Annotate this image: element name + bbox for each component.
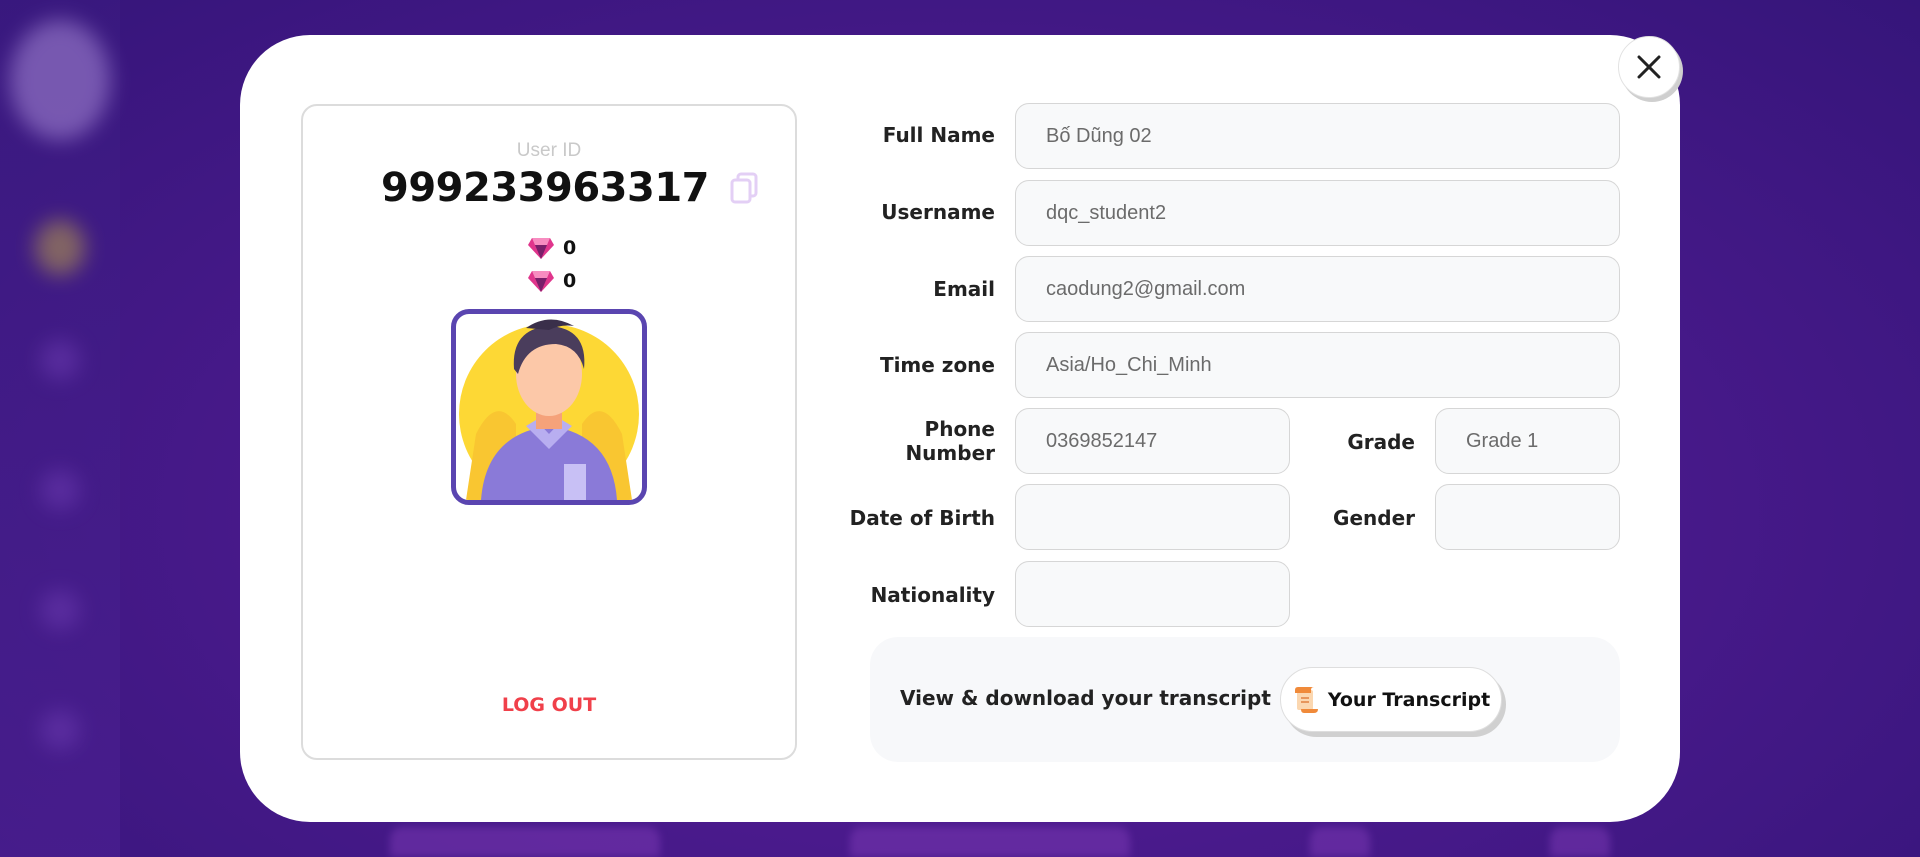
gem-icon [528,238,554,259]
logout-button[interactable]: LOG OUT [301,694,797,716]
timezone-field[interactable] [1015,332,1620,398]
email-label: Email [933,277,995,301]
background-blob [40,590,80,630]
gender-label: Gender [1333,506,1415,530]
transcript-button-label: Your Transcript [1327,688,1491,711]
avatar[interactable] [451,309,647,505]
gem-icon [528,271,554,292]
background-blob [35,220,85,275]
nationality-field[interactable] [1015,561,1290,627]
username-label: Username [881,200,995,224]
phone-label: Phone Number [840,417,995,465]
gem-count: 0 [563,270,577,292]
grade-label: Grade [1347,430,1415,454]
transcript-description: View & download your transcript [900,686,1271,710]
background-tab [850,827,1130,857]
full-name-label: Full Name [882,123,995,147]
phone-field[interactable] [1015,408,1290,474]
grade-field[interactable] [1435,408,1620,474]
phone-label-line2: Number [905,441,995,465]
copy-icon[interactable] [729,172,759,204]
username-field[interactable] [1015,180,1620,246]
background-tab [1310,827,1370,857]
background-blob [40,710,80,750]
gem-count: 0 [563,237,577,259]
gem-counter: 0 [527,269,576,293]
scroll-icon [1294,686,1318,713]
background-blob [40,340,80,380]
gem-counter: 0 [527,236,576,260]
phone-label-line1: Phone [924,417,995,441]
full-name-field[interactable] [1015,103,1620,169]
background-blob [10,20,110,140]
dob-field[interactable] [1015,484,1290,550]
nationality-label: Nationality [870,583,995,607]
close-icon [1637,55,1661,79]
transcript-button[interactable]: Your Transcript [1280,667,1502,732]
timezone-label: Time zone [879,353,995,377]
close-button[interactable] [1618,36,1680,98]
user-id-row: 999233963317 [381,165,759,211]
background-tab [1550,827,1610,857]
user-id-label: User ID [516,140,582,161]
email-field[interactable] [1015,256,1620,322]
dob-label: Date of Birth [849,506,995,530]
user-id-value: 999233963317 [381,165,709,211]
background-tab [390,827,660,857]
user-avatar-icon [459,319,639,500]
background-blob [40,470,80,510]
gender-field[interactable] [1435,484,1620,550]
